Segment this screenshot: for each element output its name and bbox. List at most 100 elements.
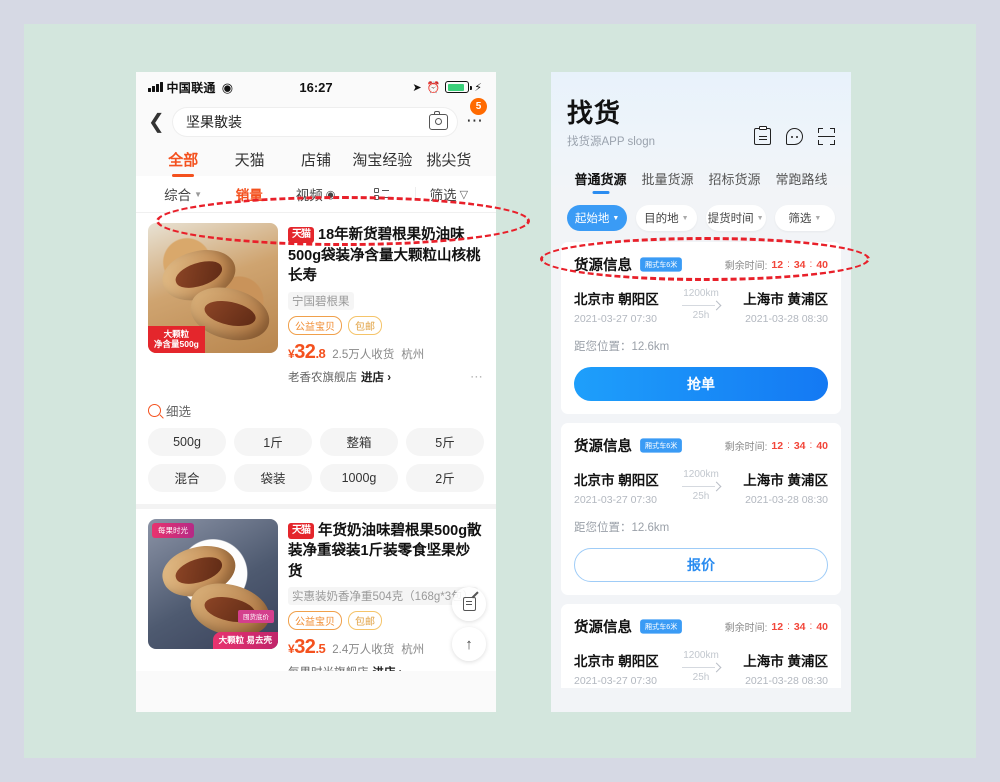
image-badge-top: 每果时光	[152, 522, 194, 538]
canvas-panel: 中国联通 ◉ 16:27 ➤ ⏰ ⚡ ❮ 坚果散装 ⋯ 5 全部 天猫 店铺 淘…	[24, 24, 976, 758]
grab-order-button[interactable]: 抢单	[574, 367, 828, 401]
sort-filter[interactable]: 筛选 ▽	[416, 184, 482, 204]
product-title: 天猫 年货奶油味碧根果500g散装净重袋装1斤装零食坚果炒货	[288, 522, 482, 580]
tab-shops[interactable]: 店铺	[283, 149, 349, 170]
product-image[interactable]: 每果时光 囤货底价 大颗粒 易去壳	[148, 518, 278, 649]
countdown-label: 剩余时间:	[724, 442, 768, 453]
refine-chip[interactable]: 1斤	[234, 427, 312, 456]
lightning-bolt-icon: ⚡	[474, 81, 482, 94]
product-card[interactable]: 每果时光 囤货底价 大颗粒 易去壳 天猫 年货奶油味碧根果500g散装净重袋装1斤…	[136, 508, 496, 671]
filter-more[interactable]: 筛选 ▼	[774, 205, 835, 231]
cargo-heading: 货源信息	[574, 439, 632, 455]
filter-destination[interactable]: 目的地 ▼	[636, 205, 697, 231]
countdown: 剩余时间: 12:34:40	[724, 620, 828, 635]
tab-bid-cargo[interactable]: 招标货源	[701, 169, 768, 188]
filter-origin[interactable]: 起始地 ▼	[567, 205, 628, 231]
countdown: 剩余时间: 12:34:40	[724, 439, 828, 454]
quote-button[interactable]: 报价	[574, 548, 828, 582]
product-info: 天猫 18年新货碧根果奶油味500g袋装净含量大颗粒山核桃长寿 宁国碧根果 公益宝…	[288, 223, 484, 385]
product-sold: 2.5万人收货	[332, 348, 395, 361]
funnel-icon: ▽	[459, 188, 469, 201]
tab-experience[interactable]: 淘宝经验	[349, 149, 415, 170]
product-more-icon[interactable]: ⋯	[470, 664, 484, 671]
cargo-finder-screen: 找货 找货源APP slogn 普通货源 批量货源 招标货源 常跑路线 起始地 …	[551, 72, 851, 712]
cargo-card[interactable]: 货源信息 厢式车6米 剩余时间: 12:34:40 北京市 朝阳区 2021-0…	[561, 604, 841, 688]
location-arrow-icon: ➤	[412, 81, 422, 94]
cargo-card-header: 货源信息 厢式车6米 剩余时间: 12:34:40	[574, 254, 828, 275]
cargo-header: 找货 找货源APP slogn 普通货源 批量货源 招标货源 常跑路线	[551, 72, 851, 195]
tag-charity: 公益宝贝	[288, 315, 342, 335]
tmall-tag: 天猫	[288, 227, 314, 244]
play-circle-icon: ◉	[325, 188, 336, 201]
page-title: 找货	[567, 98, 622, 128]
signal-bars-icon	[148, 82, 163, 92]
countdown-minutes: 34	[793, 620, 806, 633]
cargo-heading: 货源信息	[574, 258, 632, 274]
product-more-icon[interactable]: ⋯	[470, 369, 484, 385]
route-distance: 1200km	[683, 288, 719, 299]
refine-chip[interactable]: 混合	[148, 463, 226, 492]
tab-picks[interactable]: 挑尖货	[416, 149, 482, 170]
cargo-title-row: 找货 找货源APP slogn	[567, 100, 835, 149]
refine-chip[interactable]: 2斤	[406, 463, 484, 492]
cargo-list[interactable]: 货源信息 厢式车6米 剩余时间: 12:34:40 北京市 朝阳区 2021-0…	[551, 242, 851, 688]
route-middle: 1200km 25h	[676, 469, 727, 502]
countdown-hours: 12	[771, 258, 784, 271]
tab-normal-cargo[interactable]: 普通货源	[567, 169, 634, 188]
distance-from-you: 距您位置：12.6km	[574, 522, 670, 534]
enter-shop-link[interactable]: 进店 ›	[373, 664, 403, 671]
cargo-heading: 货源信息	[574, 620, 632, 636]
vehicle-badge: 厢式车6米	[640, 257, 683, 272]
cargo-route: 北京市 朝阳区 2021-03-27 07:30 1200km 25h 上海市 …	[574, 650, 828, 687]
sort-sales[interactable]: 销量	[216, 184, 282, 204]
product-card[interactable]: 大颗粒 净含量500g 天猫 18年新货碧根果奶油味500g袋装净含量大颗粒山核桃长…	[136, 213, 496, 393]
clipboard-icon[interactable]	[754, 126, 771, 145]
destination-time: 2021-03-28 08:30	[745, 675, 828, 687]
route-destination: 上海市 黄浦区 2021-03-28 08:30	[726, 650, 828, 687]
search-input[interactable]: 坚果散装	[172, 107, 458, 137]
status-icons: ➤ ⏰ ⚡	[412, 81, 482, 94]
origin-time: 2021-03-27 07:30	[574, 494, 657, 506]
back-to-top-fab[interactable]: ↑	[452, 627, 486, 661]
more-dots-icon[interactable]: ⋯	[466, 112, 484, 132]
product-subtitle: 实惠装奶香净重504克（168g*3包）	[288, 587, 479, 606]
refine-chip[interactable]: 5斤	[406, 427, 484, 456]
filter-pickup-time[interactable]: 提货时间 ▼	[705, 205, 766, 231]
taobao-search-screen: 中国联通 ◉ 16:27 ➤ ⏰ ⚡ ❮ 坚果散装 ⋯ 5 全部 天猫 店铺 淘…	[136, 72, 496, 712]
refine-chip[interactable]: 500g	[148, 427, 226, 456]
destination-time: 2021-03-28 08:30	[745, 313, 828, 325]
cargo-card-header: 货源信息 厢式车6米 剩余时间: 12:34:40	[574, 435, 828, 456]
route-destination: 上海市 黄浦区 2021-03-28 08:30	[726, 469, 828, 506]
back-chevron-icon[interactable]: ❮	[148, 112, 165, 132]
refine-chips: 500g 1斤 整箱 5斤 混合 袋装 1000g 2斤	[148, 427, 484, 492]
sort-comprehensive[interactable]: 综合 ▼	[150, 184, 216, 204]
tab-tmall[interactable]: 天猫	[216, 149, 282, 170]
chevron-down-icon: ▼	[681, 214, 689, 222]
cargo-card[interactable]: 货源信息 厢式车6米 剩余时间: 12:34:40 北京市 朝阳区 2021-0…	[561, 423, 841, 595]
refine-chip[interactable]: 1000g	[320, 463, 398, 492]
tab-all[interactable]: 全部	[150, 149, 216, 170]
product-shop-row[interactable]: 老香农旗舰店 进店 › ⋯	[288, 369, 484, 385]
enter-shop-link[interactable]: 进店 ›	[361, 369, 391, 385]
tab-routes[interactable]: 常跑路线	[768, 169, 835, 188]
category-tabs: 全部 天猫 店铺 淘宝经验 挑尖货	[136, 142, 496, 176]
cargo-card[interactable]: 货源信息 厢式车6米 剩余时间: 12:34:40 北京市 朝阳区 2021-0…	[561, 242, 841, 414]
refine-chip[interactable]: 整箱	[320, 427, 398, 456]
refine-chip[interactable]: 袋装	[234, 463, 312, 492]
countdown-seconds: 40	[816, 620, 828, 633]
message-icon[interactable]	[786, 128, 803, 145]
view-toggle[interactable]	[349, 187, 415, 201]
image-badge-mini: 囤货底价	[238, 609, 274, 623]
compose-fab[interactable]	[452, 587, 486, 621]
product-image[interactable]: 大颗粒 净含量500g	[148, 223, 278, 353]
tab-bulk-cargo[interactable]: 批量货源	[634, 169, 701, 188]
cargo-tabs: 普通货源 批量货源 招标货源 常跑路线	[567, 169, 835, 195]
sort-video[interactable]: 视频 ◉	[282, 184, 348, 204]
camera-icon[interactable]	[429, 111, 448, 130]
scan-qr-icon[interactable]	[818, 128, 835, 145]
product-shop-row[interactable]: 每果时光旗舰店 进店 › ⋯	[288, 664, 484, 671]
product-list[interactable]: 大颗粒 净含量500g 天猫 18年新货碧根果奶油味500g袋装净含量大颗粒山核桃长…	[136, 213, 496, 671]
route-origin: 北京市 朝阳区 2021-03-27 07:30	[574, 469, 676, 506]
tag-freeshipping: 包邮	[348, 611, 382, 631]
destination-place: 上海市 黄浦区	[743, 473, 828, 488]
